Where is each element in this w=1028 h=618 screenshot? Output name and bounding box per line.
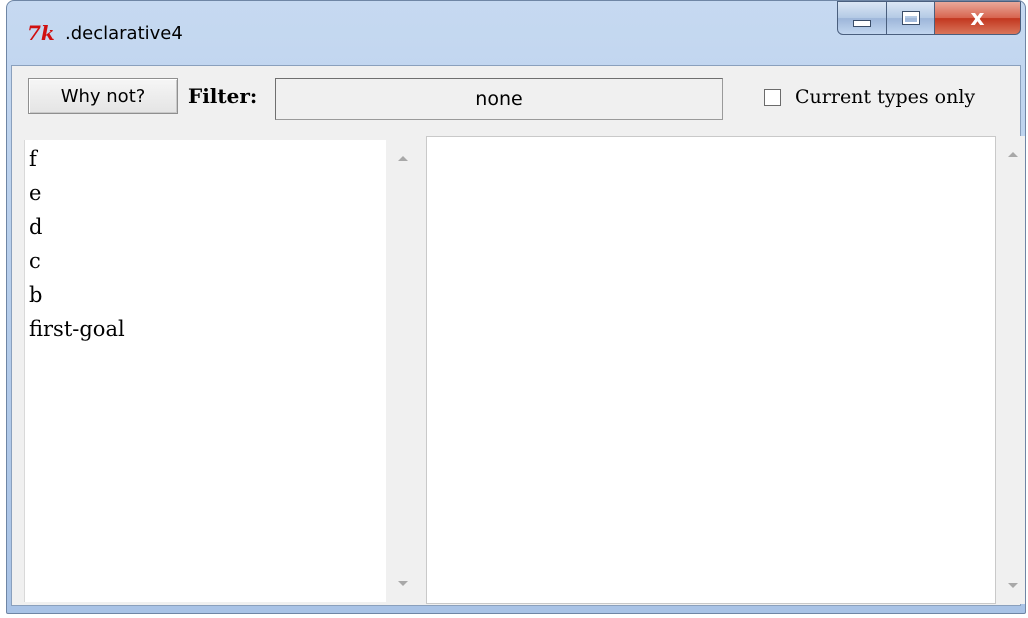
- maximize-button[interactable]: [887, 1, 935, 35]
- window-title: .declarative4: [65, 23, 183, 44]
- close-button[interactable]: x: [935, 1, 1021, 35]
- current-types-label: Current types only: [795, 86, 976, 108]
- scroll-up-icon[interactable]: [1008, 152, 1018, 157]
- current-types-toggle[interactable]: Current types only: [764, 86, 975, 108]
- detail-pane[interactable]: [426, 136, 996, 604]
- list-scrollbar[interactable]: [386, 140, 420, 602]
- current-types-checkbox[interactable]: [764, 88, 781, 106]
- filter-label: Filter:: [188, 84, 258, 108]
- client-area: Why not? Filter: none Current types only…: [11, 65, 1025, 606]
- list-item[interactable]: e: [25, 176, 386, 210]
- scroll-down-icon[interactable]: [398, 581, 408, 586]
- minimize-button[interactable]: [837, 1, 887, 35]
- detail-scrollbar[interactable]: [996, 136, 1025, 604]
- goal-list[interactable]: f e d c b first-goal: [24, 140, 386, 602]
- list-item[interactable]: d: [25, 210, 386, 244]
- title-bar[interactable]: 7k .declarative4 x: [7, 1, 1025, 63]
- filter-field[interactable]: none: [275, 78, 723, 120]
- scroll-up-icon[interactable]: [398, 156, 408, 161]
- list-item[interactable]: c: [25, 244, 386, 278]
- scroll-down-icon[interactable]: [1008, 583, 1018, 588]
- close-icon: x: [970, 5, 985, 31]
- minimize-icon: [853, 19, 871, 27]
- maximize-icon: [901, 11, 920, 25]
- list-item[interactable]: first-goal: [25, 312, 386, 346]
- caption-buttons: x: [837, 1, 1021, 37]
- list-item[interactable]: f: [25, 142, 386, 176]
- why-not-button[interactable]: Why not?: [28, 78, 178, 114]
- tk-icon: 7k: [27, 21, 55, 45]
- app-window: 7k .declarative4 x Why not? Filter: none…: [6, 0, 1026, 614]
- list-item[interactable]: b: [25, 278, 386, 312]
